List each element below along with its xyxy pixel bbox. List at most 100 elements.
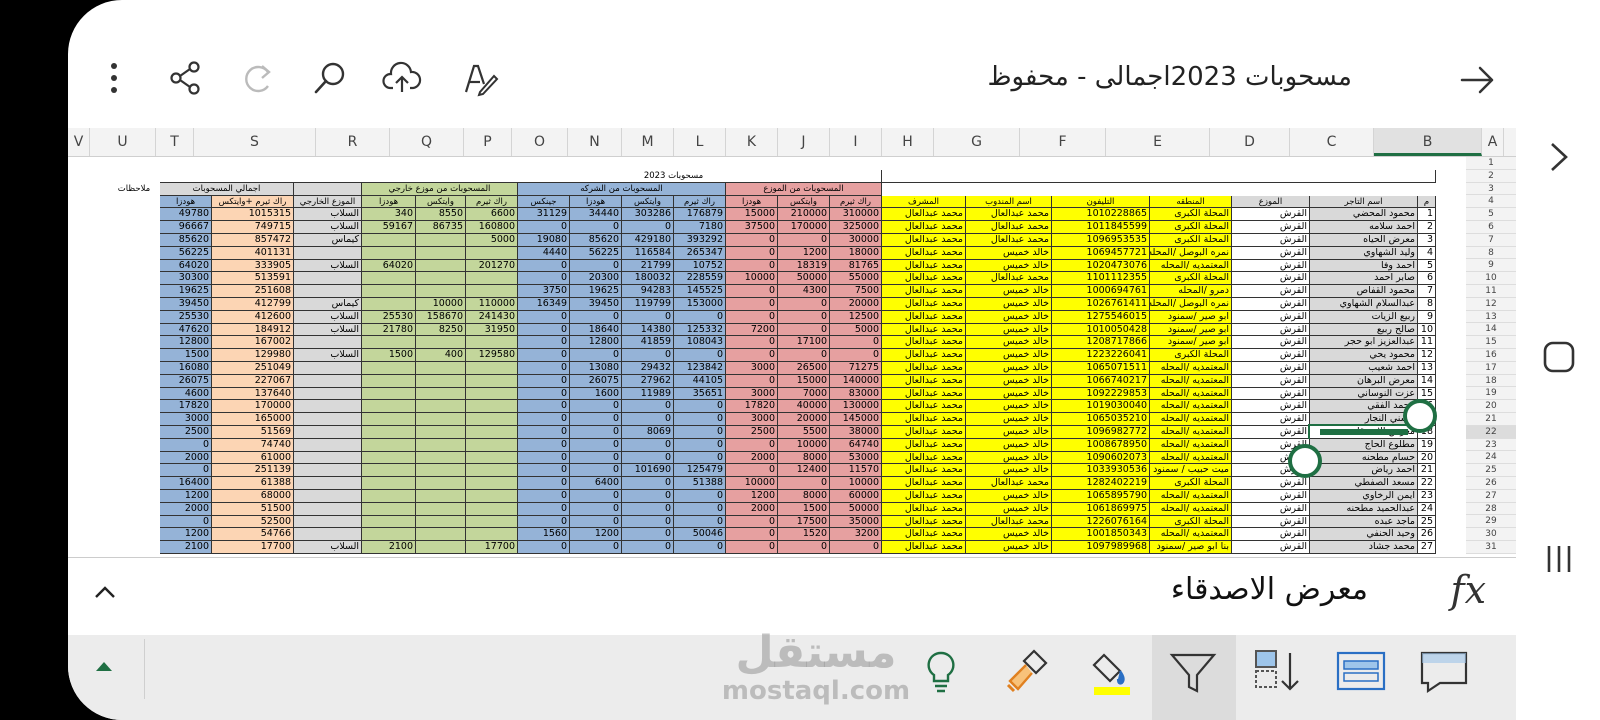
data-cell[interactable]: المعتمديه /المحله xyxy=(1150,362,1232,375)
chevron-up-icon[interactable] xyxy=(92,582,118,602)
data-cell[interactable]: 27962 xyxy=(622,374,674,388)
column-title-d1[interactable]: راك ثيرم xyxy=(830,195,882,209)
data-cell[interactable] xyxy=(362,477,416,490)
data-cell[interactable]: 68000 xyxy=(212,490,294,503)
column-header-B[interactable]: B xyxy=(1374,128,1482,156)
data-cell[interactable]: ميت حبيب / سمنود xyxy=(1150,464,1232,478)
data-cell[interactable]: 0 xyxy=(518,387,570,401)
data-cell[interactable]: 0 xyxy=(622,438,674,452)
data-cell[interactable]: 1061869975 xyxy=(1052,502,1150,516)
data-cell[interactable]: 13 xyxy=(1418,362,1436,375)
data-cell[interactable]: 20000 xyxy=(778,413,830,426)
data-cell[interactable]: 108043 xyxy=(674,336,726,350)
data-cell[interactable] xyxy=(416,413,466,426)
data-cell[interactable]: القرش xyxy=(1232,272,1310,286)
merchant-name-cell[interactable]: معرض البرهان xyxy=(1310,374,1418,388)
data-cell[interactable] xyxy=(416,400,466,414)
data-cell[interactable] xyxy=(416,438,466,452)
data-cell[interactable]: 59167 xyxy=(362,221,416,234)
data-cell[interactable] xyxy=(466,438,518,452)
spreadsheet-grid[interactable]: مسحوبات 2023 اجمالي المسحوبات المسحوبات من… xyxy=(68,157,1516,557)
data-cell[interactable]: 1600 xyxy=(570,387,622,401)
data-cell[interactable]: 50000 xyxy=(778,272,830,286)
data-cell[interactable]: 12400 xyxy=(778,464,830,478)
data-cell[interactable]: 0 xyxy=(778,310,830,324)
data-cell[interactable]: 8250 xyxy=(416,323,466,337)
data-cell[interactable]: 61388 xyxy=(212,477,294,490)
data-cell[interactable] xyxy=(294,387,362,401)
data-cell[interactable]: 251049 xyxy=(212,362,294,375)
data-cell[interactable]: 6400 xyxy=(570,477,622,490)
data-cell[interactable]: 4 xyxy=(1418,246,1436,260)
data-cell[interactable]: 1020473076 xyxy=(1052,259,1150,273)
data-cell[interactable]: 310000 xyxy=(830,208,882,222)
data-cell[interactable]: خالد خميس xyxy=(966,426,1052,439)
data-cell[interactable] xyxy=(416,426,466,439)
data-cell[interactable] xyxy=(416,374,466,388)
data-cell[interactable]: محمد عبدالعال xyxy=(882,336,966,350)
data-cell[interactable]: 10752 xyxy=(674,259,726,273)
cloud-upload-icon[interactable] xyxy=(382,58,422,98)
data-cell[interactable]: 1015315 xyxy=(212,208,294,222)
data-cell[interactable] xyxy=(466,502,518,516)
data-cell[interactable]: 0 xyxy=(726,336,778,350)
data-cell[interactable]: 0 xyxy=(570,259,622,273)
column-title-c2[interactable]: وايتكس xyxy=(622,195,674,209)
column-header-D[interactable]: D xyxy=(1210,128,1290,156)
data-cell[interactable]: خالد خميس xyxy=(966,451,1052,465)
data-cell[interactable]: 0 xyxy=(726,464,778,478)
data-cell[interactable]: القرش xyxy=(1232,336,1310,350)
data-cell[interactable]: القرش xyxy=(1232,387,1310,401)
data-cell[interactable]: 176879 xyxy=(674,208,726,222)
merchant-name-cell[interactable]: محمود يحي xyxy=(1310,349,1418,362)
data-cell[interactable]: 2 xyxy=(1418,221,1436,234)
pen-edit-icon[interactable] xyxy=(460,58,500,98)
data-cell[interactable]: 7200 xyxy=(726,323,778,337)
data-cell[interactable]: 2000 xyxy=(726,502,778,516)
data-cell[interactable] xyxy=(416,362,466,375)
data-cell[interactable]: المعتمديه /المحله xyxy=(1150,438,1232,452)
data-cell[interactable]: القرش xyxy=(1232,234,1310,247)
row-number[interactable]: 23 xyxy=(1466,438,1516,452)
merchant-name-cell[interactable]: ايمن الرخاوي xyxy=(1310,490,1418,503)
data-cell[interactable]: ابو صير /سمنود xyxy=(1150,323,1232,337)
data-cell[interactable]: 10000 xyxy=(416,298,466,311)
data-cell[interactable]: محمد عبدالعال xyxy=(882,438,966,452)
data-cell[interactable] xyxy=(294,246,362,260)
data-cell[interactable]: 1092229853 xyxy=(1052,387,1150,401)
column-header-E[interactable]: E xyxy=(1106,128,1210,156)
column-title-name[interactable]: اسم التاجر xyxy=(1310,195,1418,209)
data-cell[interactable] xyxy=(362,502,416,516)
column-title-e3[interactable]: هودزا xyxy=(362,195,416,209)
data-cell[interactable]: القرش xyxy=(1232,259,1310,273)
data-cell[interactable]: محمد عبدالعال xyxy=(882,221,966,234)
data-cell[interactable]: 17500 xyxy=(778,515,830,529)
data-cell[interactable]: 0 xyxy=(570,502,622,516)
data-cell[interactable]: 184912 xyxy=(212,323,294,337)
data-cell[interactable]: 51388 xyxy=(674,477,726,490)
data-cell[interactable]: 0 xyxy=(518,272,570,286)
data-cell[interactable]: 31129 xyxy=(518,208,570,222)
data-cell[interactable]: 0 xyxy=(622,502,674,516)
data-cell[interactable]: 137640 xyxy=(212,387,294,401)
row-number[interactable]: 29 xyxy=(1466,515,1516,529)
row-number[interactable]: 5 xyxy=(1466,208,1516,221)
data-cell[interactable]: 60000 xyxy=(830,490,882,503)
data-cell[interactable]: 4440 xyxy=(518,246,570,260)
data-cell[interactable]: محمد عبدالعال xyxy=(882,272,966,286)
column-header-I[interactable]: I xyxy=(830,128,882,156)
data-cell[interactable]: 40000 xyxy=(778,400,830,414)
row-number[interactable]: 6 xyxy=(1466,221,1516,234)
data-cell[interactable]: السلاب xyxy=(294,349,362,362)
data-cell[interactable]: 0 xyxy=(674,502,726,516)
data-cell[interactable]: المحلة الكبرى xyxy=(1150,221,1232,234)
data-cell[interactable] xyxy=(466,464,518,478)
merchant-name-cell[interactable]: احمد رياض xyxy=(1310,464,1418,478)
row-number[interactable]: 16 xyxy=(1466,349,1516,362)
data-cell[interactable]: 325000 xyxy=(830,221,882,234)
data-cell[interactable]: 333905 xyxy=(212,259,294,273)
data-cell[interactable]: 8000 xyxy=(778,490,830,503)
data-cell[interactable]: 17700 xyxy=(212,541,294,554)
data-cell[interactable]: القرش xyxy=(1232,298,1310,311)
group-total[interactable]: اجمالي المسحوبات xyxy=(160,182,294,196)
